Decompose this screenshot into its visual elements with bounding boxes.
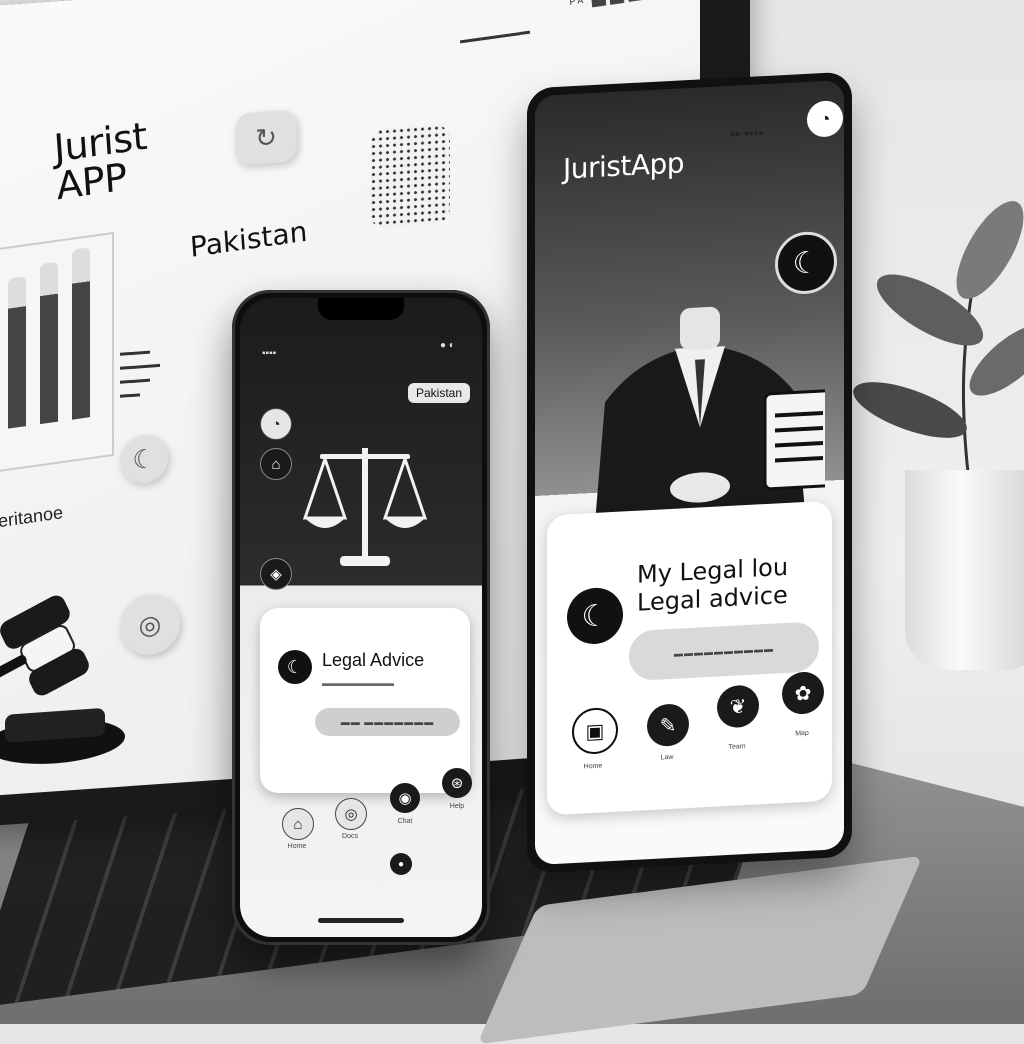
desktop-bar-chart <box>0 231 114 478</box>
desktop-app-icon: ↻ <box>255 121 277 153</box>
phone-country-tag[interactable]: Pakistan <box>408 383 471 403</box>
tablet-card-title: My Legal lou Legal advice <box>637 553 788 617</box>
phone-side-icon[interactable]: ⌂ <box>260 448 292 480</box>
tablet-nav-label: Team <box>728 743 746 751</box>
phone-nav-label: Help <box>449 803 465 810</box>
tablet-nav-star-icon[interactable]: ✿ <box>782 670 824 716</box>
chart-bar <box>8 276 26 429</box>
phone-status-icons: ● ◐ <box>440 340 455 351</box>
tablet-theme-toggle-icon[interactable]: ◔ <box>807 99 843 138</box>
tablet-device: JuristApp ▪▪ ▪▪▪▪ ◔ ☾ ☾ My Legal lou Leg… <box>527 71 852 874</box>
phone-nav-label: Chat <box>397 818 413 825</box>
tablet-moon-icon: ☾ <box>567 586 623 646</box>
plant-pot <box>905 470 1024 670</box>
tablet-nav-doc-icon[interactable]: ✎ <box>647 703 689 748</box>
tablet-app-title: JuristApp <box>563 146 685 186</box>
desktop-country-label: Pakistan <box>188 214 309 264</box>
desktop-moon-icon: ☾ <box>132 442 156 475</box>
tablet-nav-calendar-icon[interactable]: ▣ <box>572 706 618 756</box>
phone-home-indicator-icon[interactable]: ● <box>390 853 412 875</box>
desktop-app-icon-button[interactable]: ↻ <box>235 109 297 166</box>
scales-of-justice-icon <box>302 448 428 566</box>
plant-leaves <box>853 201 1024 491</box>
tablet-search-bar[interactable]: ▬▬▬▬▬▬▬▬▬▬ <box>629 621 819 682</box>
tablet-screen: JuristApp ▪▪ ▪▪▪▪ ◔ ☾ ☾ My Legal lou Leg… <box>535 79 844 866</box>
desktop-url-text: ▬▬▬▬▬▬▬ <box>459 25 531 47</box>
phone-notch <box>318 298 404 320</box>
phone-nav-label: Home <box>287 843 307 850</box>
phone-device: ▪▪▪▪ ● ◐ ◔ ⌂ ◈ Pakistan ☾ Legal Advice ▬… <box>232 290 490 945</box>
desktop-subtitle: Gulberitanoe <box>0 502 64 537</box>
phone-home-bar[interactable] <box>318 918 404 923</box>
phone-status-time: ▪▪▪▪ <box>262 348 277 359</box>
phone-nav-home-icon[interactable]: ⌂ <box>282 808 314 840</box>
phone-advice-card[interactable]: ☾ Legal Advice ▬▬▬▬▬▬▬▬ ▬▬ ▬▬▬▬▬▬▬ <box>260 608 470 793</box>
phone-nav-docs-icon[interactable]: ◎ <box>335 798 367 830</box>
desktop-pattern-tile <box>370 123 450 230</box>
tablet-advice-card[interactable]: ☾ My Legal lou Legal advice ▬▬▬▬▬▬▬▬▬▬ ▣… <box>547 500 832 816</box>
phone-menu-icon[interactable]: ◔ <box>260 408 292 440</box>
desktop-app-title: Jurist APP <box>52 114 150 209</box>
phone-nav-chat-icon[interactable]: ◉ <box>390 783 420 813</box>
phone-card-subtitle: ▬▬▬▬▬▬▬▬ <box>322 678 394 688</box>
desktop-action-icon: ◎ <box>138 608 162 640</box>
tablet-status-text: ▪▪ ▪▪▪▪ <box>730 124 764 142</box>
chart-bar <box>40 261 58 425</box>
desktop-circle-button[interactable]: ☾ <box>120 433 168 485</box>
phone-card-title: Legal Advice <box>322 650 425 670</box>
lawyer-illustration <box>595 306 825 523</box>
desktop-text-list: ▬▬▬ ▬▬▬▬ ▬▬▬ ▬▬ <box>120 345 160 401</box>
chart-bar <box>72 247 90 420</box>
tablet-nav-label: Law <box>660 753 674 762</box>
desktop-status-icons: ᴾᴬ ⬛⬛⬛ <box>570 0 646 12</box>
tablet-nav-leaf-icon[interactable]: ❦ <box>717 684 759 729</box>
phone-nav-help-icon[interactable]: ⊛ <box>442 768 472 798</box>
phone-nav-label: Docs <box>342 833 358 840</box>
phone-screen: ▪▪▪▪ ● ◐ ◔ ⌂ ◈ Pakistan ☾ Legal Advice ▬… <box>240 298 482 937</box>
phone-moon-icon: ☾ <box>278 650 312 684</box>
phone-side-icon-2[interactable]: ◈ <box>260 558 292 590</box>
tablet-nav-label: Map <box>795 729 809 738</box>
tablet-nav-label: Home <box>583 762 603 771</box>
desktop-app-title-line2: APP <box>54 154 129 209</box>
gavel-icon <box>0 595 125 764</box>
phone-search-bar[interactable]: ▬▬ ▬▬▬▬▬▬▬ <box>315 708 460 736</box>
